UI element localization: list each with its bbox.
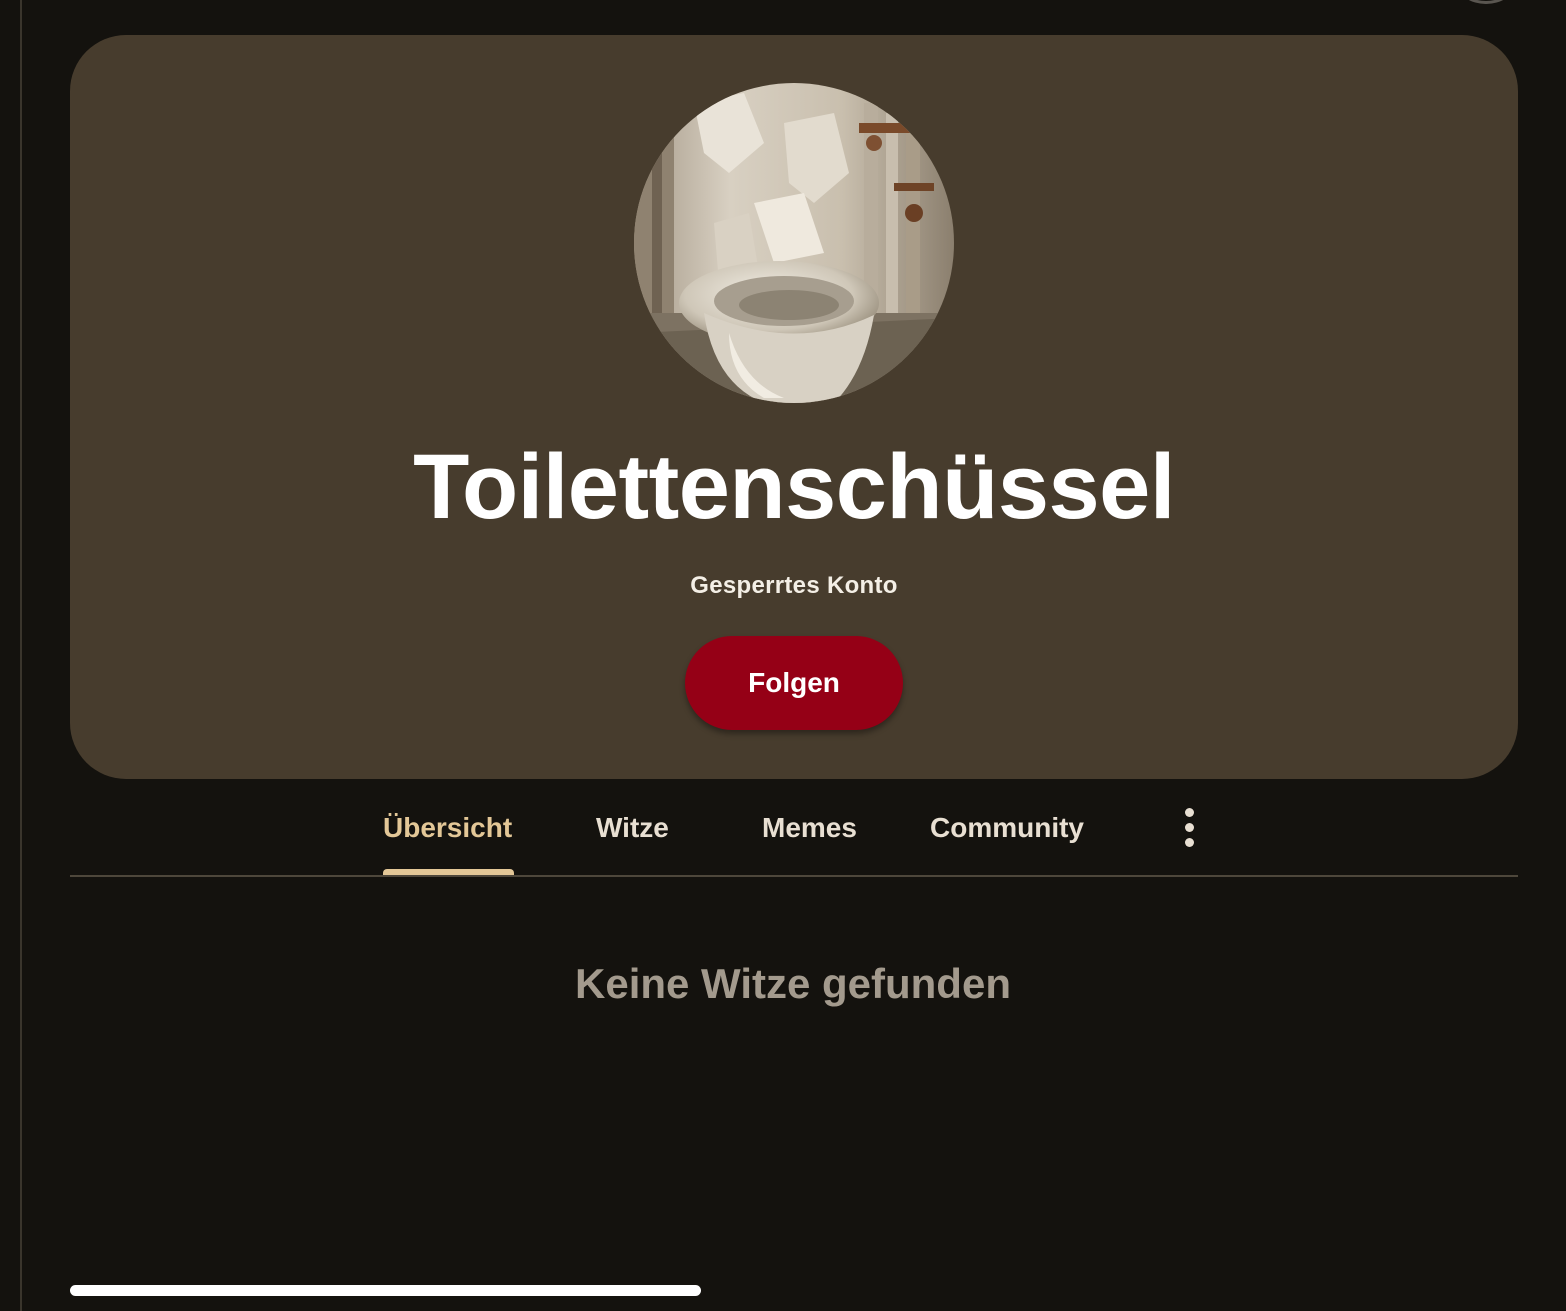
tab-overview[interactable]: Übersicht [383,808,514,848]
profile-header-card: Toilettenschüssel Gesperrtes Konto Folge… [70,35,1518,779]
more-dot [1185,838,1194,847]
profile-page: Toilettenschüssel Gesperrtes Konto Folge… [0,0,1566,1311]
more-vertical-icon[interactable] [1170,806,1210,850]
horizontal-scrollbar[interactable] [70,1285,701,1296]
tab-witze[interactable]: Witze [596,808,669,848]
profile-avatar-image [634,83,954,403]
tab-memes[interactable]: Memes [762,808,857,848]
profile-name: Toilettenschüssel [413,436,1175,538]
more-dot [1185,823,1194,832]
tab-community[interactable]: Community [930,808,1084,848]
profile-tabs: Übersicht Witze Memes Community [70,790,1518,876]
sidebar-divider [20,0,22,1311]
more-dot [1185,808,1194,817]
empty-state-message: Keine Witze gefunden [575,960,1011,1007]
follow-button[interactable]: Folgen [685,636,903,730]
account-status: Gesperrtes Konto [690,572,898,599]
tabs-divider [70,875,1518,877]
profile-avatar [634,83,954,403]
user-avatar[interactable] [1458,0,1514,4]
